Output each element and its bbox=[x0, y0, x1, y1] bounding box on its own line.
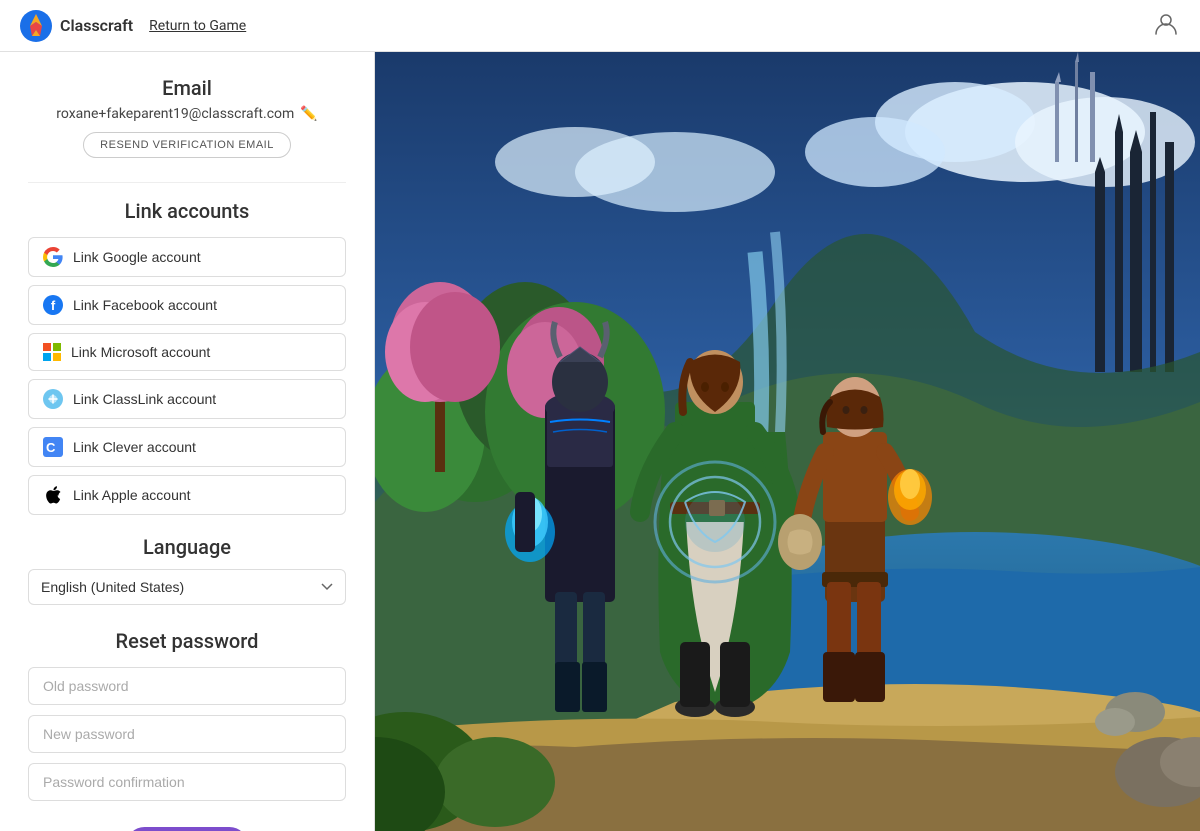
google-icon bbox=[43, 247, 63, 267]
email-address: roxane+fakeparent19@classcraft.com bbox=[56, 106, 294, 122]
header-left: Classcraft Return to Game bbox=[20, 10, 246, 42]
link-apple-label: Link Apple account bbox=[73, 487, 191, 503]
save-button[interactable]: SAVE bbox=[126, 827, 248, 831]
user-avatar-icon[interactable] bbox=[1152, 10, 1180, 42]
language-select[interactable]: English (United States) Español Français… bbox=[28, 569, 346, 605]
link-facebook-button[interactable]: f Link Facebook account bbox=[28, 285, 346, 325]
reset-password-title: Reset password bbox=[28, 629, 346, 653]
classlink-icon bbox=[43, 389, 63, 409]
header: Classcraft Return to Game bbox=[0, 0, 1200, 52]
game-background bbox=[375, 52, 1200, 831]
microsoft-icon bbox=[43, 343, 61, 361]
link-apple-button[interactable]: Link Apple account bbox=[28, 475, 346, 515]
logo-area: Classcraft bbox=[20, 10, 133, 42]
link-clever-label: Link Clever account bbox=[73, 439, 196, 455]
email-section: Email roxane+fakeparent19@classcraft.com… bbox=[28, 76, 346, 158]
edit-email-icon[interactable]: ✏️ bbox=[300, 106, 317, 122]
divider-1 bbox=[28, 182, 346, 183]
link-facebook-label: Link Facebook account bbox=[73, 297, 217, 313]
link-clever-button[interactable]: C Link Clever account bbox=[28, 427, 346, 467]
resend-verification-button[interactable]: RESEND VERIFICATION EMAIL bbox=[83, 132, 291, 158]
left-panel: Email roxane+fakeparent19@classcraft.com… bbox=[0, 52, 375, 831]
email-value-row: roxane+fakeparent19@classcraft.com ✏️ bbox=[28, 106, 346, 122]
link-accounts-title: Link accounts bbox=[28, 199, 346, 223]
link-google-label: Link Google account bbox=[73, 249, 201, 265]
link-accounts-section: Link accounts Link Google account f Link… bbox=[28, 199, 346, 515]
facebook-icon: f bbox=[43, 295, 63, 315]
new-password-input[interactable] bbox=[28, 715, 346, 753]
link-google-button[interactable]: Link Google account bbox=[28, 237, 346, 277]
link-classlink-button[interactable]: Link ClassLink account bbox=[28, 379, 346, 419]
svg-text:C: C bbox=[46, 440, 56, 455]
clever-icon: C bbox=[43, 437, 63, 457]
confirm-password-input[interactable] bbox=[28, 763, 346, 801]
email-section-title: Email bbox=[28, 76, 346, 100]
link-microsoft-label: Link Microsoft account bbox=[71, 344, 210, 360]
language-title: Language bbox=[28, 535, 346, 559]
link-microsoft-button[interactable]: Link Microsoft account bbox=[28, 333, 346, 371]
return-to-game-link[interactable]: Return to Game bbox=[149, 18, 246, 34]
classcraft-logo-icon bbox=[20, 10, 52, 42]
reset-password-section: Reset password SAVE bbox=[28, 629, 346, 831]
main-layout: Email roxane+fakeparent19@classcraft.com… bbox=[0, 52, 1200, 831]
game-scene-panel bbox=[375, 52, 1200, 831]
apple-icon bbox=[43, 485, 63, 505]
language-section: Language English (United States) Español… bbox=[28, 535, 346, 605]
link-classlink-label: Link ClassLink account bbox=[73, 391, 216, 407]
old-password-input[interactable] bbox=[28, 667, 346, 705]
logo-text: Classcraft bbox=[60, 16, 133, 35]
